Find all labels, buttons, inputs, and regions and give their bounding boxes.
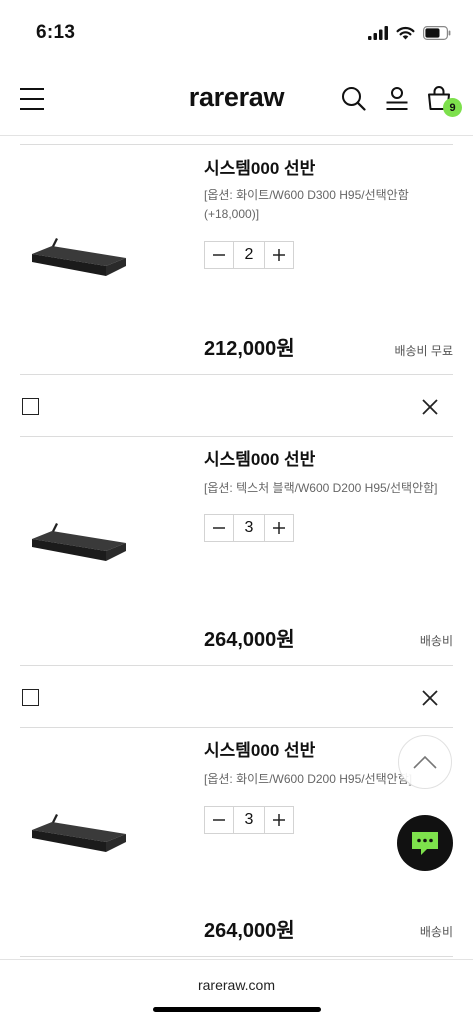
- close-icon[interactable]: [421, 689, 439, 707]
- product-thumbnail: [32, 523, 126, 561]
- item-divider: [20, 727, 453, 728]
- product-option: [옵션: 텍스처 블랙/W600 D200 H95/선택안함]: [204, 479, 454, 498]
- home-indicator[interactable]: [153, 1007, 321, 1012]
- product-thumbnail: [32, 238, 126, 276]
- status-time: 6:13: [36, 22, 76, 43]
- item-select-row: [20, 375, 453, 437]
- minus-icon: [213, 254, 225, 256]
- product-name[interactable]: 시스템000 선반: [204, 445, 315, 470]
- quantity-stepper: 3: [204, 514, 294, 542]
- item-divider: [20, 956, 453, 957]
- option-text-extra: (+18,000)]: [204, 207, 260, 221]
- cellular-signal-icon: [368, 26, 388, 40]
- quantity-value[interactable]: 3: [233, 515, 265, 541]
- scroll-to-top-button[interactable]: [398, 735, 452, 789]
- plus-icon: [273, 522, 285, 534]
- product-option: [옵션: 화이트/W600 D300 H95/선택안함 (+18,000)]: [204, 186, 444, 224]
- decrease-quantity-button[interactable]: [205, 515, 233, 541]
- battery-icon: [423, 26, 451, 40]
- plus-icon: [273, 249, 285, 261]
- product-price: 264,000원: [204, 629, 295, 651]
- plus-icon: [273, 814, 285, 826]
- chevron-up-icon: [413, 755, 437, 769]
- option-text: [옵션: 텍스처 블랙/W600 D200 H95/선택안함]: [204, 481, 438, 495]
- quantity-value[interactable]: 2: [233, 242, 265, 268]
- item-checkbox[interactable]: [22, 689, 39, 706]
- increase-quantity-button[interactable]: [265, 242, 293, 268]
- shipping-fee: 배송비 무료: [394, 344, 453, 358]
- status-bar: 6:13: [0, 0, 473, 64]
- quantity-stepper: 2: [204, 241, 294, 269]
- site-url[interactable]: rareraw.com: [0, 977, 473, 993]
- chat-bubble-icon: [412, 832, 438, 855]
- item-checkbox[interactable]: [22, 398, 39, 415]
- product-name[interactable]: 시스템000 선반: [204, 736, 315, 761]
- option-text: [옵션: 화이트/W600 D300 H95/선택안함: [204, 188, 409, 202]
- minus-icon: [213, 527, 225, 529]
- quantity-value[interactable]: 3: [233, 807, 265, 833]
- status-icons: [368, 25, 451, 41]
- decrease-quantity-button[interactable]: [205, 242, 233, 268]
- search-icon[interactable]: [341, 86, 366, 111]
- product-thumbnail: [32, 814, 126, 852]
- item-divider: [20, 436, 453, 437]
- shipping-fee: 배송비: [419, 925, 453, 939]
- product-name[interactable]: 시스템000 선반: [204, 154, 315, 179]
- chat-button[interactable]: [397, 815, 453, 871]
- wifi-icon: [396, 26, 415, 40]
- decrease-quantity-button[interactable]: [205, 807, 233, 833]
- minus-icon: [213, 819, 225, 821]
- close-icon[interactable]: [421, 398, 439, 416]
- browser-footer: rareraw.com: [0, 959, 473, 1024]
- user-icon[interactable]: [385, 86, 409, 111]
- increase-quantity-button[interactable]: [265, 515, 293, 541]
- product-price: 264,000원: [204, 920, 295, 942]
- quantity-stepper: 3: [204, 806, 294, 834]
- site-header: rareraw: [0, 64, 473, 136]
- increase-quantity-button[interactable]: [265, 807, 293, 833]
- shipping-fee: 배송비: [419, 634, 453, 648]
- item-divider: [20, 144, 453, 145]
- item-select-row: [20, 666, 453, 728]
- cart-count-badge: 9: [443, 98, 462, 117]
- product-price: 212,000원: [204, 338, 295, 360]
